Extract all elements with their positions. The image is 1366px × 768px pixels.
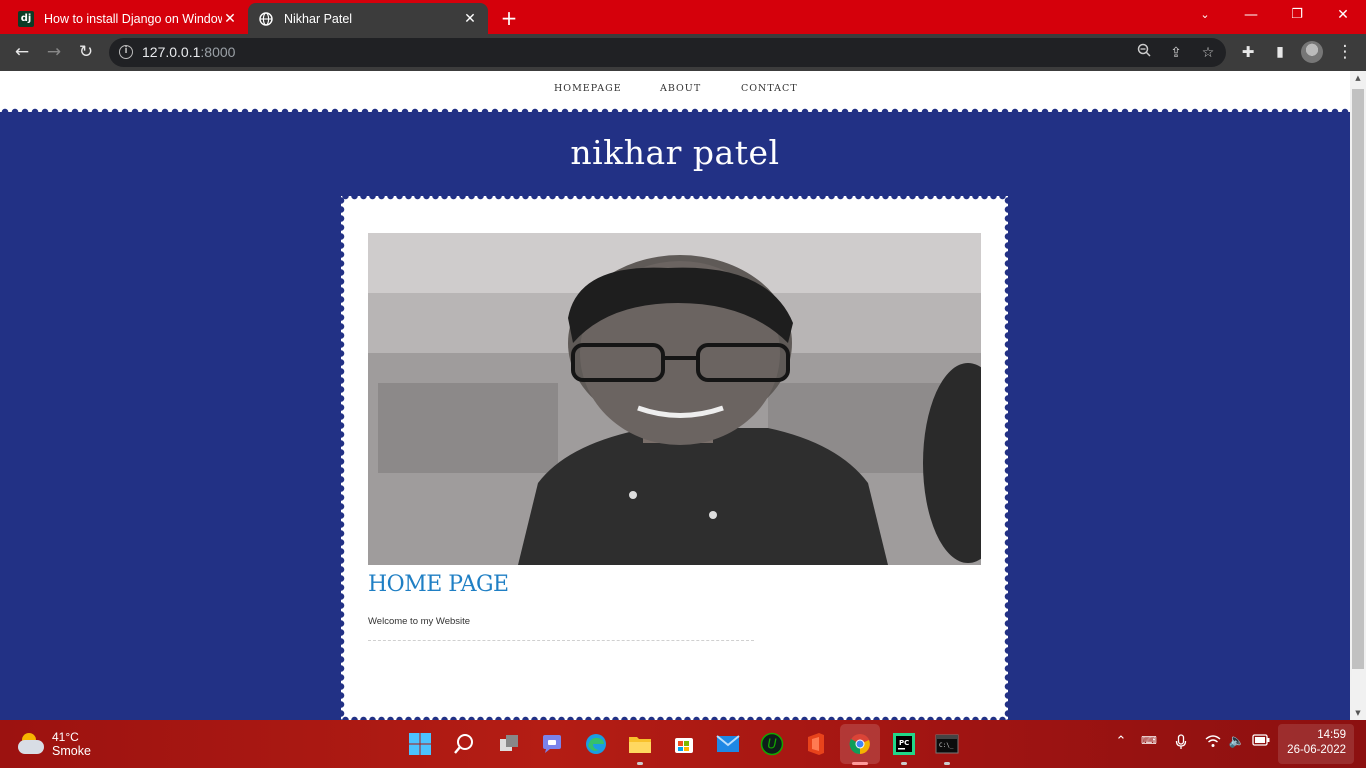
site-navbar: HOMEPAGE ABOUT CONTACT [0,71,1350,116]
upwork-icon[interactable]: U [758,730,786,758]
weather-temperature: 41°C [52,730,79,744]
site-title: nikhar patel [570,133,780,172]
menu-dots-icon[interactable]: ⋮ [1333,40,1357,64]
volume-icon[interactable]: 🔈 [1227,734,1247,749]
clock-time: 14:59 [1317,729,1346,741]
tab-label: How to install Django on Windows [44,11,222,26]
profile-photo [368,233,981,565]
mail-icon[interactable] [714,730,742,758]
weather-widget[interactable]: 41°C Smoke [18,730,91,758]
share-icon[interactable]: ⇪ [1166,43,1186,63]
close-window-button[interactable]: ✕ [1320,0,1366,30]
minimize-button[interactable]: — [1228,0,1274,30]
page-heading: HOME PAGE [368,572,509,597]
new-tab-button[interactable]: + [498,6,520,30]
card-stamp-edge-right [1004,196,1012,720]
content-card: HOME PAGE Welcome to my Website [337,192,1012,720]
address-bar[interactable]: i 127.0.0.1:8000 ⇪ ☆ [109,38,1226,67]
scroll-up-icon[interactable]: ▲ [1350,74,1366,82]
bookmark-star-icon[interactable]: ☆ [1198,43,1218,63]
close-tab-icon[interactable]: ✕ [462,11,478,27]
globe-icon [258,11,274,27]
scrollbar-thumb[interactable] [1352,89,1364,669]
page-scrollbar[interactable]: ▲ ▼ [1350,71,1366,720]
windows-start-icon[interactable] [406,730,434,758]
profile-avatar[interactable] [1301,41,1323,63]
keyboard-icon[interactable]: ⌨ [1139,734,1159,747]
clock-date: 26-06-2022 [1287,744,1346,756]
tab-label: Nikhar Patel [284,11,353,26]
running-indicator [944,762,950,765]
search-icon[interactable] [450,730,478,758]
running-indicator [901,762,907,765]
back-icon[interactable]: ← [10,40,34,64]
tab-nikhar-patel[interactable]: Nikhar Patel ✕ [248,3,488,34]
close-tab-icon[interactable]: ✕ [222,11,238,27]
tab-search-icon[interactable]: ⌄ [1182,0,1228,30]
active-app-indicator [852,762,868,765]
weather-sun-cloud-icon [18,733,44,755]
svg-text:C:\_: C:\_ [939,742,954,749]
content-divider [368,640,754,641]
task-view-icon[interactable] [495,730,523,758]
browser-toolbar: ← → ↻ i 127.0.0.1:8000 ⇪ ☆ ✚ ▮ ⋮ [0,34,1366,71]
file-explorer-icon[interactable] [626,730,654,758]
microphone-icon[interactable] [1171,734,1191,754]
browser-title-bar: dj How to install Django on Windows ✕ Ni… [0,0,1366,34]
running-indicator [637,762,643,765]
nav-homepage-link[interactable]: HOMEPAGE [554,83,622,94]
office-icon[interactable] [802,730,830,758]
card-stamp-edge-top [341,192,1008,200]
microsoft-store-icon[interactable] [670,730,698,758]
pycharm-icon[interactable]: PC [890,730,918,758]
card-stamp-edge-left [337,196,345,720]
scroll-down-icon[interactable]: ▼ [1350,709,1366,717]
welcome-text: Welcome to my Website [368,616,471,627]
django-favicon-icon: dj [18,10,34,27]
battery-icon[interactable] [1251,734,1271,750]
extensions-puzzle-icon[interactable]: ✚ [1236,40,1260,64]
forward-icon[interactable]: → [42,40,66,64]
svg-text:PC: PC [899,739,909,747]
nav-about-link[interactable]: ABOUT [660,83,701,94]
wifi-icon[interactable] [1203,734,1223,752]
tab-django-install[interactable]: dj How to install Django on Windows ✕ [8,3,248,34]
svg-text:U: U [767,738,777,753]
url-text[interactable]: 127.0.0.1:8000 [142,44,235,60]
taskbar-clock[interactable]: 14:59 26-06-2022 [1278,724,1354,764]
terminal-icon[interactable]: C:\_ [933,730,961,758]
weather-description: Smoke [52,744,91,758]
zoom-icon[interactable] [1134,43,1154,63]
chrome-icon[interactable] [840,724,880,764]
side-panel-icon[interactable]: ▮ [1268,40,1292,64]
reload-icon[interactable]: ↻ [74,40,98,64]
page-viewport: HOMEPAGE ABOUT CONTACT nikhar patel HOME… [0,71,1350,720]
windows-taskbar: 41°C Smoke U PC C:\_ ⌃ ⌨ 🔈 14:59 26-06-2… [0,720,1366,768]
teams-chat-icon[interactable] [538,730,566,758]
show-hidden-icons-chevron-icon[interactable]: ⌃ [1111,734,1131,749]
restore-button[interactable]: ❐ [1274,0,1320,30]
site-info-icon[interactable]: i [119,45,133,59]
navbar-scalloped-edge [0,108,1350,116]
edge-browser-icon[interactable] [582,730,610,758]
nav-contact-link[interactable]: CONTACT [741,83,798,94]
